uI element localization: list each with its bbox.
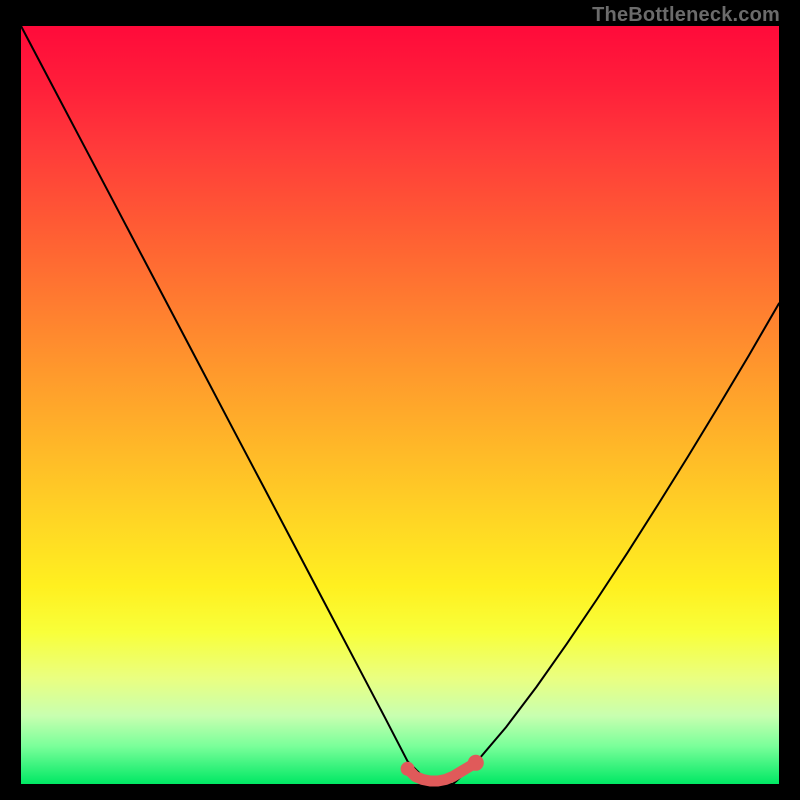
- bottleneck-curve-svg: [21, 26, 779, 784]
- watermark-text: TheBottleneck.com: [592, 4, 780, 27]
- bottleneck-curve-path: [21, 26, 779, 784]
- floor-highlight-path: [408, 763, 476, 781]
- floor-highlight-dot-left: [401, 762, 415, 776]
- chart-frame: TheBottleneck.com: [0, 0, 800, 800]
- floor-highlight-dot-right: [468, 755, 484, 771]
